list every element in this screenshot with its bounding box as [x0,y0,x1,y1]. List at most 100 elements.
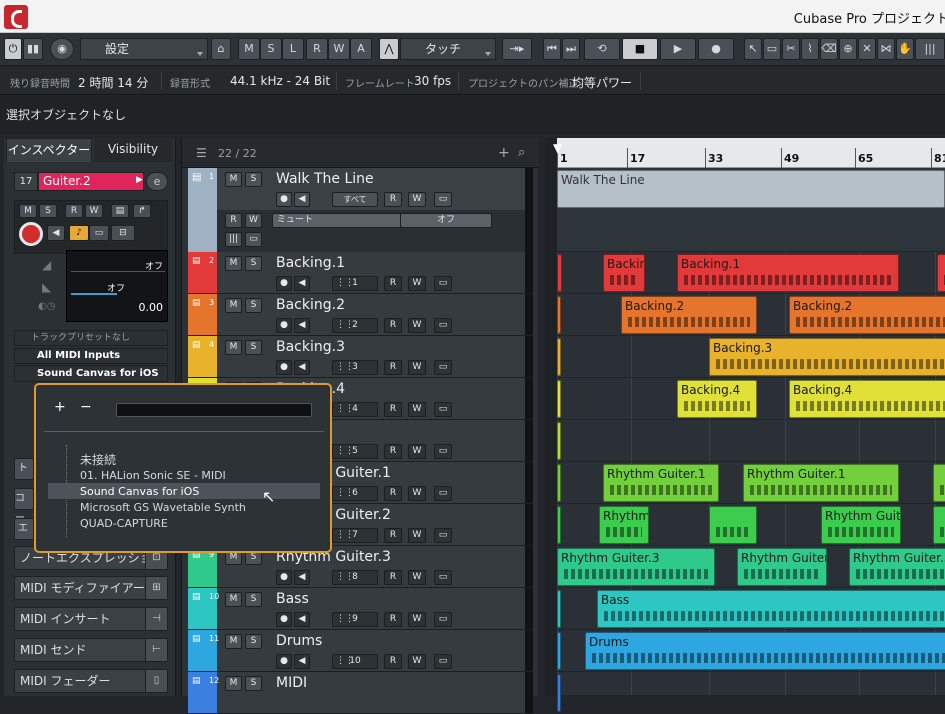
midi-event[interactable] [557,674,561,712]
write-button[interactable]: W [408,612,426,627]
option-quad-capture[interactable]: QUAD-CAPTURE [80,517,168,530]
tab-visibility[interactable]: Visibility [94,138,172,162]
play-icon[interactable]: ▶ [660,38,696,60]
midi-input-field[interactable]: All MIDI Inputs [14,348,168,364]
read-button[interactable]: R [384,570,402,585]
midi-channel-field[interactable]: ⋮⋮ 8 [332,570,378,585]
midi-event[interactable]: Rhythm Guiter. [737,548,827,586]
mute-mode-button[interactable]: M [238,38,260,60]
event-lane[interactable]: Rhythm Guiter.3 Rhythm Guiter. Rhythm Guit… [557,546,945,588]
mute-button[interactable]: M [225,256,242,271]
automation-param-field[interactable]: ミュート [272,213,402,228]
midi-channel-field[interactable]: ⋮⋮ 6 [332,486,378,501]
track-row[interactable]: 12 ▤ M S MIDI [188,672,533,714]
record-enable-icon[interactable]: ● [276,360,292,375]
midi-event[interactable]: Rhythm Guiter.1 [603,464,719,502]
mute-button[interactable]: M [225,172,242,187]
event-lane[interactable]: Rhythm Rhythm Guite [557,504,945,546]
record-enable-icon[interactable]: ● [276,570,292,585]
write-button[interactable]: W [408,318,426,333]
monitor-icon[interactable]: ◀ [47,225,65,241]
track-name[interactable]: Walk The Line [276,171,374,187]
track-row[interactable]: 11 ▤ M S Drums ● ◀ ⋮⋮ 10 R W ▭ [188,630,533,672]
section-midi-modifiers[interactable]: MIDI モディファイアー ⊞ [14,576,168,600]
ruler[interactable]: 11733496581 [557,138,945,168]
track-row[interactable]: 2 ▤ M S Backing.1 ● ◀ ⋮⋮ 1 R W ▭ [188,252,533,294]
track-name[interactable]: MIDI [276,675,307,691]
mute-button[interactable]: M [225,298,242,313]
midi-event[interactable] [557,632,561,670]
search-icon[interactable]: ⌕ [518,145,525,160]
midi-event[interactable] [557,338,561,376]
event-lane[interactable]: Walk The Line [557,168,945,252]
write-button[interactable]: W [408,486,426,501]
note-icon[interactable]: ♪ [69,225,89,241]
add-output-button[interactable]: + [54,399,66,415]
midi-event[interactable]: Rhythm Guiter.3 [849,548,945,586]
lanes-icon[interactable]: ▭ [434,486,452,501]
track-walk-the-line[interactable]: 1 ▤ M S Walk The Line ● ◀ すべて R W ▭ R W … [188,168,533,252]
lanes-icon[interactable]: ▭ [434,528,452,543]
nudge-icon[interactable]: ⇥▸ [502,38,532,60]
midi-event[interactable]: Rhythm Guiter.1 [743,464,899,502]
midi-channel-field[interactable]: ⋮⋮ 3 [332,360,378,375]
midi-event[interactable]: Rhythm Guiter.3 [557,548,715,586]
write-button[interactable]: W [408,528,426,543]
midi-event[interactable] [933,506,945,544]
midi-event[interactable] [557,380,561,418]
record-enable-icon[interactable]: ● [276,612,292,627]
pan-slider[interactable] [71,293,117,295]
lanes-icon[interactable]: ⊟ [111,225,135,241]
cycle-icon[interactable]: ⟲ [584,38,620,60]
write-button[interactable]: W [85,204,103,218]
lanes-icon[interactable]: ▭ [434,192,452,207]
volume-slider[interactable] [71,271,165,272]
solo-button[interactable]: S [245,592,262,607]
write-button[interactable]: W [328,38,350,60]
preset-dropdown[interactable]: 設定 [80,38,208,60]
lanes-icon[interactable]: ▭ [434,654,452,669]
side-label-1[interactable]: ト [14,458,34,480]
read-button[interactable]: R [384,360,402,375]
monitor-icon[interactable]: ◀ [294,276,310,291]
section-midi-inserts[interactable]: MIDI インサート ⊣ [14,607,168,631]
range-select-icon[interactable]: ▭ [763,38,781,60]
time-warp-icon[interactable]: ⋈ [877,38,895,60]
read-button[interactable]: R [384,276,402,291]
record-enable-icon[interactable]: ● [276,318,292,333]
section-midi-sends[interactable]: MIDI センド ⊢ [14,638,168,662]
event-lane[interactable]: Backing.2 Backing.2 [557,294,945,336]
format-value[interactable]: 44.1 kHz - 24 Bit [230,74,330,88]
track-row[interactable]: 3 ▤ M S Backing.2 ● ◀ ⋮⋮ 2 R W ▭ [188,294,533,336]
zoom-icon[interactable]: ⊕ [839,38,857,60]
mute-button[interactable]: M [225,340,242,355]
pan-law-value[interactable]: 均等パワー [572,74,632,91]
midi-event[interactable] [709,506,757,544]
solo-button[interactable]: S [245,172,262,187]
erase-icon[interactable]: ⌫ [820,38,838,60]
mute-tool-icon[interactable]: ✕ [858,38,876,60]
midi-channel-field[interactable]: ⋮⋮ 9 [332,612,378,627]
midi-event[interactable]: Backing.3 [709,338,945,376]
record-enable-icon[interactable]: ● [276,654,292,669]
mute-button[interactable]: M [225,634,242,649]
track-name[interactable]: Bass [276,591,309,607]
edit-instrument-icon[interactable]: e [146,172,168,191]
write-button[interactable]: W [408,276,426,291]
read-button[interactable]: R [384,192,402,207]
midi-channel-field[interactable]: ⋮⋮ 10 [332,654,378,669]
write-button[interactable]: W [408,654,426,669]
record-enable-icon[interactable]: ● [276,192,292,207]
solo-button[interactable]: S [245,676,262,691]
monitor-icon[interactable]: ◀ [294,192,310,207]
monitor-icon[interactable]: ◀ [294,360,310,375]
read-button[interactable]: R [384,318,402,333]
event-lane[interactable] [557,672,945,712]
mute-button[interactable]: M [225,676,242,691]
read-button[interactable]: R [384,402,402,417]
side-label-2[interactable]: コー [14,488,34,524]
read-button[interactable]: R [384,444,402,459]
track-name-field[interactable]: Guiter.2 [38,172,144,191]
midi-event[interactable] [933,464,945,502]
midi-channel-field[interactable]: ⋮⋮ 5 [332,444,378,459]
